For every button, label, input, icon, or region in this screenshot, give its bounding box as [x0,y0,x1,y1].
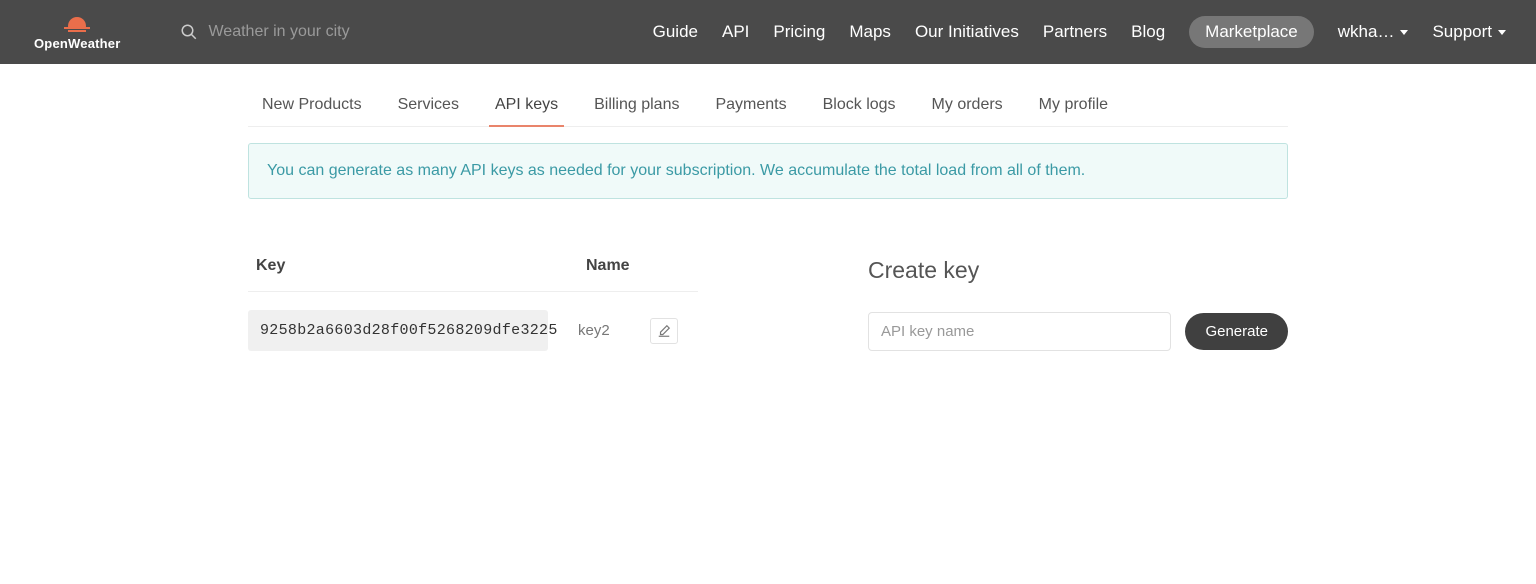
tab-block-logs[interactable]: Block logs [823,86,896,126]
main-nav: Guide API Pricing Maps Our Initiatives P… [653,16,1506,48]
nav-partners[interactable]: Partners [1043,22,1107,42]
page-content: New Products Services API keys Billing p… [248,64,1288,351]
logo-icon [58,13,96,35]
api-key-value: 9258b2a6603d28f00f5268209dfe3225 [248,310,548,351]
info-banner: You can generate as many API keys as nee… [248,143,1288,199]
nav-our-initiatives[interactable]: Our Initiatives [915,22,1019,42]
nav-maps[interactable]: Maps [849,22,891,42]
tab-billing-plans[interactable]: Billing plans [594,86,679,126]
edit-key-button[interactable] [650,318,678,344]
create-key-title: Create key [868,257,1288,284]
nav-support-menu[interactable]: Support [1432,22,1506,42]
brand-name: OpenWeather [34,36,120,51]
tab-my-profile[interactable]: My profile [1039,86,1108,126]
nav-marketplace[interactable]: Marketplace [1189,16,1314,48]
caret-down-icon [1400,30,1408,35]
nav-blog[interactable]: Blog [1131,22,1165,42]
tab-my-orders[interactable]: My orders [932,86,1003,126]
tab-payments[interactable]: Payments [715,86,786,126]
tab-api-keys[interactable]: API keys [495,86,558,126]
nav-user-label: wkha… [1338,22,1395,42]
nav-guide[interactable]: Guide [653,22,698,42]
tab-services[interactable]: Services [398,86,459,126]
nav-pricing[interactable]: Pricing [773,22,825,42]
brand-logo[interactable]: OpenWeather [34,13,120,51]
nav-user-menu[interactable]: wkha… [1338,22,1409,42]
account-tabs: New Products Services API keys Billing p… [248,86,1288,127]
search-input[interactable] [208,23,428,41]
api-key-name-input[interactable] [868,312,1171,351]
generate-button[interactable]: Generate [1185,313,1288,350]
api-keys-table: Key Name 9258b2a6603d28f00f5268209dfe322… [248,257,698,351]
edit-icon [657,324,671,338]
api-key-name: key2 [578,322,638,339]
nav-support-label: Support [1432,22,1492,42]
create-key-panel: Create key Generate [868,257,1288,351]
table-row: 9258b2a6603d28f00f5268209dfe3225 key2 [248,292,698,351]
caret-down-icon [1498,30,1506,35]
top-navbar: OpenWeather Guide API Pricing Maps Our I… [0,0,1536,64]
nav-api[interactable]: API [722,22,749,42]
search-icon [180,23,198,41]
column-header-key: Key [256,257,586,275]
column-header-name: Name [586,257,690,275]
search-box[interactable] [180,23,428,41]
tab-new-products[interactable]: New Products [262,86,362,126]
